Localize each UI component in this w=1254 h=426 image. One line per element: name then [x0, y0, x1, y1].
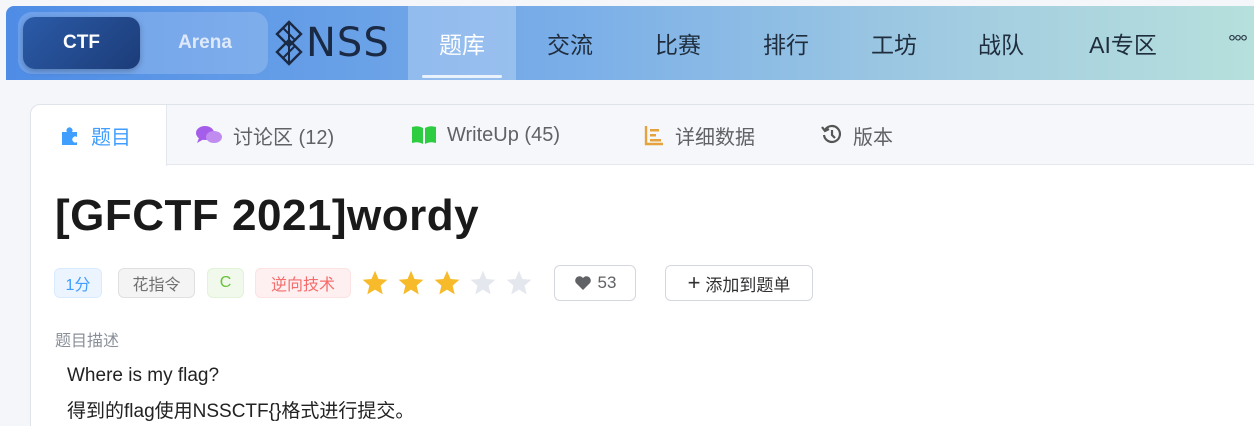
category-tag[interactable]: 逆向技术 [255, 268, 351, 298]
tab-problem[interactable]: 题目 [31, 105, 167, 166]
technique-tag[interactable]: 花指令 [118, 268, 195, 298]
nav-item-contests[interactable]: 比赛 [626, 6, 730, 80]
description-line: 得到的flag使用NSSCTF{}格式进行提交。 [67, 401, 415, 422]
mode-switch: CTF Arena [18, 12, 268, 74]
nav-item-team[interactable]: 战队 [949, 6, 1053, 80]
mode-ctf-button[interactable]: CTF [23, 17, 140, 69]
like-count: 53 [597, 273, 617, 292]
tab-discussion[interactable]: 讨论区 (12) [195, 105, 334, 165]
nav-item-workshop[interactable]: 工坊 [842, 6, 946, 80]
description-label: 题目描述 [55, 333, 120, 350]
problem-tabs: 题目 讨论区 (12) WriteUp (45) 详细数据 版本 [31, 105, 1254, 166]
nss-logo[interactable]: NSS [274, 16, 390, 70]
star-icon [398, 270, 424, 295]
tab-version[interactable]: 版本 [821, 105, 893, 165]
difficulty-rating [361, 269, 541, 297]
language-tag[interactable]: C [207, 268, 244, 298]
book-icon [412, 126, 436, 144]
problem-card: 题目 讨论区 (12) WriteUp (45) 详细数据 版本 [GFCTF … [30, 104, 1254, 426]
mode-arena-button[interactable]: Arena [150, 17, 260, 69]
star-icon [434, 270, 460, 295]
tab-writeup[interactable]: WriteUp (45) [411, 105, 560, 165]
heart-icon [574, 276, 591, 290]
tab-label: WriteUp (45) [447, 123, 560, 146]
tab-label: 讨论区 (12) [233, 126, 335, 149]
add-to-list-label: 添加到题单 [705, 275, 791, 295]
history-icon [821, 124, 842, 144]
nav-item-discussion[interactable]: 交流 [518, 6, 622, 80]
score-tag: 1分 [54, 268, 102, 298]
star-icon [506, 270, 532, 295]
nav-item-rank[interactable]: 排行 [734, 6, 838, 80]
tab-label: 题目 [91, 127, 131, 149]
nss-logo-mark-icon [275, 20, 303, 66]
plus-icon: + [687, 270, 701, 295]
tab-label: 详细数据 [675, 126, 755, 149]
tab-statistics[interactable]: 详细数据 [643, 105, 755, 165]
logo-text: NSS [306, 20, 390, 66]
problem-title: [GFCTF 2021]wordy [55, 191, 480, 240]
like-button[interactable]: 53 [554, 265, 636, 301]
add-to-list-button[interactable]: + 添加到题单 [665, 265, 813, 301]
puzzle-icon [62, 126, 77, 145]
tab-label: 版本 [853, 126, 893, 149]
description-line: Where is my flag? [67, 365, 220, 386]
more-menu-icon[interactable]: °°° [1228, 32, 1248, 55]
chart-bars-icon [644, 126, 663, 146]
nav-item-problems[interactable]: 题库 [408, 6, 516, 80]
nav-item-ai[interactable]: AI专区 [1068, 6, 1178, 80]
star-icon [362, 270, 388, 295]
star-icon [470, 270, 496, 295]
top-nav-bar: CTF Arena NSS 题库 交流 比赛 排行 工坊 战队 AI专区 °°° [6, 6, 1254, 80]
chat-bubbles-icon [196, 126, 222, 143]
